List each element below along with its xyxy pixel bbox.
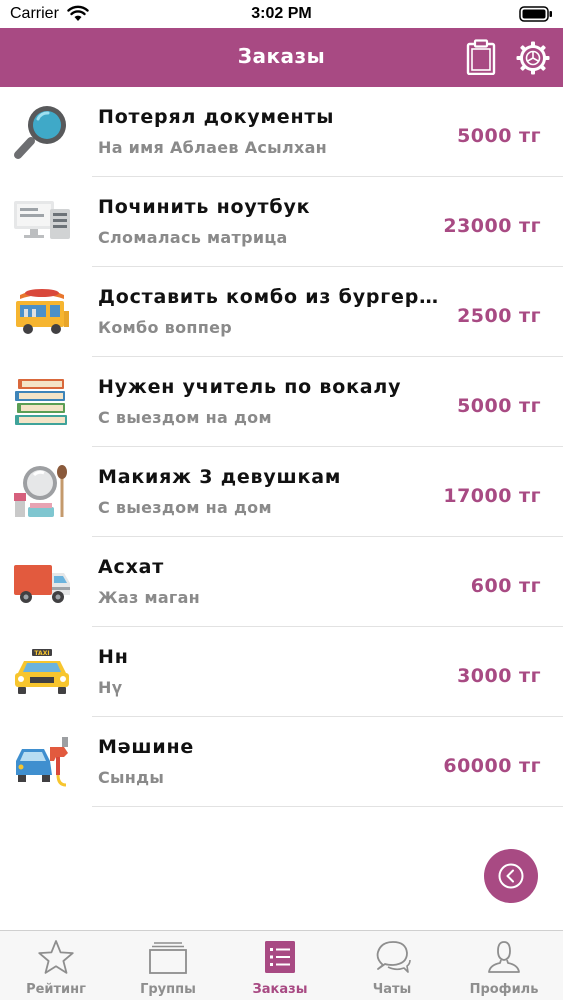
order-price: 5000 тг bbox=[457, 125, 541, 147]
list-item[interactable]: Асхат Жаз маган 600 тг bbox=[0, 537, 563, 627]
computer-icon bbox=[14, 201, 70, 239]
order-price: 3000 тг bbox=[457, 665, 541, 687]
order-title: Нн bbox=[98, 646, 129, 668]
battery-icon bbox=[519, 6, 552, 22]
divider bbox=[92, 806, 563, 807]
car-paint-icon bbox=[16, 737, 68, 787]
tab-rating[interactable]: Рейтинг bbox=[0, 931, 112, 1000]
order-price: 2500 тг bbox=[457, 305, 541, 327]
order-list: Потерял документы На имя Аблаев Асылхан … bbox=[0, 87, 563, 807]
tab-profile[interactable]: Профиль bbox=[448, 931, 560, 1000]
list-icon bbox=[265, 941, 295, 973]
status-time: 3:02 PM bbox=[251, 5, 312, 22]
list-item[interactable]: Макияж 3 девушкам С выездом на дом 17000… bbox=[0, 447, 563, 537]
list-item[interactable]: Доставить комбо из бургер кинг Комбо воп… bbox=[0, 267, 563, 357]
order-title: Нужен учитель по вокалу bbox=[98, 376, 402, 398]
status-bar: Carrier 3:02 PM bbox=[0, 0, 563, 28]
order-subtitle: С выездом на дом bbox=[98, 498, 272, 517]
tab-label: Группы bbox=[140, 982, 196, 997]
food-truck-icon bbox=[16, 289, 69, 334]
list-item[interactable]: Починить ноутбук Сломалась матрица 23000… bbox=[0, 177, 563, 267]
chevron-left-icon bbox=[498, 863, 524, 889]
order-subtitle: Сломалась матрица bbox=[98, 228, 288, 247]
order-title: Мәшине bbox=[98, 736, 195, 758]
order-title: Асхат bbox=[98, 556, 165, 578]
tab-orders[interactable]: Заказы bbox=[224, 931, 336, 1000]
chat-icon bbox=[376, 941, 411, 973]
order-title: Потерял документы bbox=[98, 106, 335, 128]
back-fab-button[interactable] bbox=[484, 849, 538, 903]
list-item[interactable]: Мәшине Сынды 60000 тг bbox=[0, 717, 563, 807]
order-subtitle: Сынды bbox=[98, 768, 165, 787]
profile-icon bbox=[488, 941, 520, 973]
order-subtitle: Комбо воппер bbox=[98, 318, 233, 337]
list-item[interactable]: TAXI Нн Нү 3000 тг bbox=[0, 627, 563, 717]
tab-label: Рейтинг bbox=[26, 982, 86, 997]
order-price: 60000 тг bbox=[443, 755, 541, 777]
books-icon bbox=[15, 379, 67, 425]
taxi-icon: TAXI bbox=[15, 649, 69, 694]
order-price: 600 тг bbox=[470, 575, 541, 597]
svg-text:TAXI: TAXI bbox=[34, 650, 49, 657]
order-price: 23000 тг bbox=[443, 215, 541, 237]
order-subtitle: Жаз маган bbox=[98, 588, 201, 607]
order-title: Макияж 3 девушкам bbox=[98, 466, 342, 488]
list-item[interactable]: Нужен учитель по вокалу С выездом на дом… bbox=[0, 357, 563, 447]
order-subtitle: С выездом на дом bbox=[98, 408, 272, 427]
order-price: 5000 тг bbox=[457, 395, 541, 417]
order-title: Доставить комбо из бургер кинг bbox=[98, 286, 443, 308]
magnifier-icon bbox=[14, 106, 66, 159]
order-price: 17000 тг bbox=[443, 485, 541, 507]
nav-bar: Заказы bbox=[0, 28, 563, 87]
tab-label: Заказы bbox=[252, 982, 308, 997]
order-subtitle: На имя Аблаев Асылхан bbox=[98, 138, 328, 157]
tab-label: Профиль bbox=[469, 982, 539, 997]
tab-chats[interactable]: Чаты bbox=[336, 931, 448, 1000]
delivery-truck-icon bbox=[14, 565, 70, 603]
order-subtitle: Нү bbox=[98, 678, 123, 697]
order-title: Починить ноутбук bbox=[98, 196, 311, 218]
list-item[interactable]: Потерял документы На имя Аблаев Асылхан … bbox=[0, 87, 563, 177]
makeup-icon bbox=[14, 465, 67, 517]
tab-bar: Рейтинг Группы Заказы Чаты Профиль bbox=[0, 930, 563, 1000]
gear-icon[interactable] bbox=[516, 41, 550, 75]
clipboard-icon[interactable] bbox=[466, 39, 496, 75]
tab-groups[interactable]: Группы bbox=[112, 931, 224, 1000]
folder-icon bbox=[149, 942, 187, 974]
star-icon bbox=[38, 940, 74, 974]
tab-label: Чаты bbox=[372, 982, 412, 997]
